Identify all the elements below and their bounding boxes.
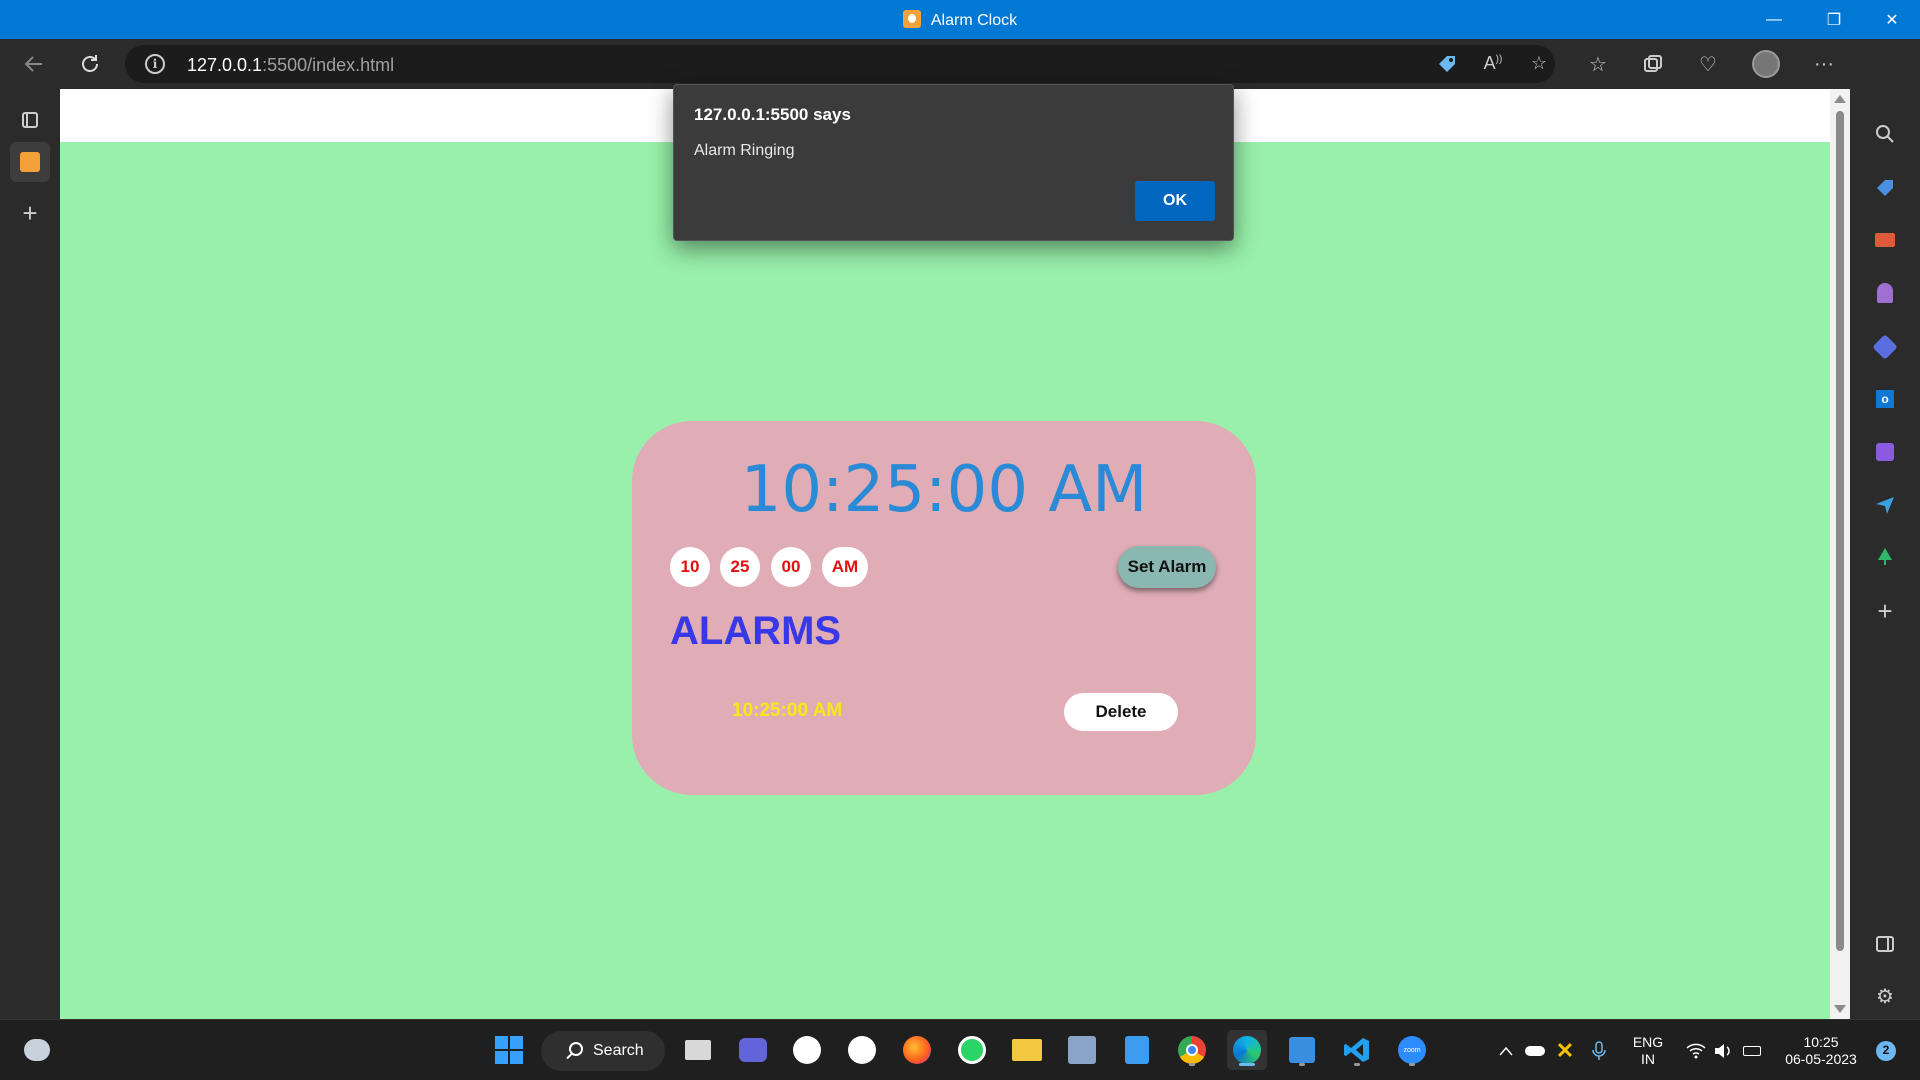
hour-input[interactable]: 10 [670,547,710,587]
shopping-tag-icon[interactable] [1867,170,1903,206]
scrollbar-thumb[interactable] [1836,111,1844,951]
photo-app-icon[interactable] [1062,1030,1102,1070]
set-alarm-button[interactable]: Set Alarm [1118,546,1216,588]
minute-input[interactable]: 25 [720,547,760,587]
notification-center-button[interactable]: 2 [1872,1020,1900,1080]
microsoft-365-icon[interactable] [1867,329,1903,365]
outlook-icon[interactable]: o [1867,381,1903,417]
site-info-icon[interactable]: i [145,54,165,74]
tree-icon[interactable] [1867,539,1903,575]
search-icon[interactable] [1867,116,1903,152]
add-favorite-icon[interactable]: ☆ [1527,53,1551,75]
chrome-icon[interactable] [1172,1030,1212,1070]
taskbar-search-box[interactable]: Search [541,1031,665,1071]
alarm-clock-favicon-icon [902,10,921,28]
collections-icon[interactable] [1635,47,1671,81]
taskbar-date: 06-05-2023 [1785,1050,1857,1067]
search-magnifier-icon [569,1042,583,1056]
security-warning-icon[interactable]: ✕ [1551,1020,1579,1080]
volume-icon[interactable] [1710,1020,1736,1080]
new-tab-plus-icon[interactable]: + [10,193,50,233]
vscode-icon[interactable] [1337,1030,1377,1070]
window-titlebar: Alarm Clock — ❐ ✕ [0,0,1920,39]
tab-actions-icon[interactable] [10,100,50,140]
windows-taskbar: Search zoom ✕ ENG IN 10:25 06-05-2023 2 [0,1019,1920,1080]
vertical-tabs-panel: + [0,89,60,1019]
current-time-display: 10:25:00 AM [740,453,1148,527]
tools-briefcase-icon[interactable] [1867,222,1903,258]
show-hidden-icons-chevron-up-icon[interactable] [1492,1020,1520,1080]
edge-browser-icon[interactable] [1227,1030,1267,1070]
running-indicator [1189,1063,1195,1066]
more-options-icon[interactable]: ··· [1806,47,1842,81]
ampm-select[interactable]: AM [822,547,868,587]
onedrive-cloud-icon[interactable] [1522,1020,1548,1080]
page-scrollbar[interactable] [1830,89,1850,1019]
address-bar[interactable]: i 127.0.0.1:5500/index.html A)) ☆ [125,45,1555,83]
teams-chat-icon[interactable] [733,1030,773,1070]
back-arrow-icon[interactable] [16,47,52,81]
task-view-icon[interactable] [678,1030,718,1070]
clock-date-display[interactable]: 10:25 06-05-2023 [1776,1020,1866,1080]
restore-button[interactable]: ❐ [1806,0,1862,39]
favorites-icon[interactable]: ☆ [1580,47,1616,81]
dialog-ok-button[interactable]: OK [1135,181,1215,221]
browser-essentials-icon[interactable]: ♡ [1690,47,1726,81]
language-indicator[interactable]: ENG IN [1628,1020,1668,1080]
url-text[interactable]: 127.0.0.1:5500/index.html [187,55,394,76]
weather-widget-icon[interactable] [17,1030,57,1070]
language-code: ENG [1632,1033,1664,1050]
alarm-clock-tab-icon [20,152,40,172]
running-indicator [1299,1063,1305,1066]
running-indicator [1409,1063,1415,1066]
add-sidebar-app-icon[interactable]: + [1867,593,1903,629]
hide-sidebar-icon[interactable] [1867,926,1903,962]
zoom-icon[interactable]: zoom [1392,1030,1432,1070]
url-path: :5500/index.html [262,55,395,75]
profile-avatar[interactable] [1748,47,1784,81]
tab-alarm-clock[interactable] [10,142,50,182]
send-plane-icon[interactable] [1867,487,1903,523]
taskbar-search-label: Search [593,1042,644,1059]
edge-sidebar: o + ⚙ [1850,39,1920,1019]
delete-alarm-button[interactable]: Delete [1064,693,1178,731]
games-icon[interactable] [1867,275,1903,311]
refresh-icon[interactable] [72,47,108,81]
firefox-icon[interactable] [897,1030,937,1070]
wifi-icon[interactable] [1683,1020,1709,1080]
dialog-title: 127.0.0.1:5500 says [694,105,851,124]
drop-compose-icon[interactable] [1867,434,1903,470]
alarms-heading: ALARMS [670,609,842,653]
read-aloud-icon[interactable]: A)) [1481,53,1505,75]
active-app-indicator [1239,1063,1255,1066]
paint-app-icon[interactable] [1282,1030,1322,1070]
start-windows-icon[interactable] [489,1030,529,1070]
alarm-card: 10:25:00 AM 10 25 00 AM Set Alarm ALARMS… [632,421,1256,795]
github-icon[interactable] [787,1030,827,1070]
settings-gear-icon[interactable]: ⚙ [1867,978,1903,1014]
notification-count-badge: 2 [1876,1040,1896,1061]
url-host: 127.0.0.1 [187,55,263,75]
dialog-message: Alarm Ringing [694,142,795,159]
whatsapp-icon[interactable] [952,1030,992,1070]
price-tag-icon[interactable] [1435,53,1459,75]
github-desktop-icon[interactable] [842,1030,882,1070]
region-code: IN [1641,1050,1655,1067]
window-title: Alarm Clock [0,10,1920,30]
browser-toolbar: i 127.0.0.1:5500/index.html A)) ☆ ☆ ♡ ··… [0,39,1920,89]
alarm-time-text: 10:25:00 AM [732,700,843,721]
microphone-icon[interactable] [1586,1020,1612,1080]
alert-dialog: 127.0.0.1:5500 says Alarm Ringing OK [673,84,1234,241]
notepad-icon[interactable] [1117,1030,1157,1070]
battery-icon[interactable] [1739,1020,1765,1080]
minimize-button[interactable]: — [1746,0,1802,39]
close-window-button[interactable]: ✕ [1864,0,1920,39]
scroll-down-arrow-icon[interactable] [1834,1005,1846,1013]
running-indicator [1354,1063,1360,1066]
second-input[interactable]: 00 [771,547,811,587]
window-title-text: Alarm Clock [930,12,1018,29]
taskbar-time: 10:25 [1803,1033,1839,1050]
scroll-up-arrow-icon[interactable] [1834,95,1846,103]
file-explorer-icon[interactable] [1007,1030,1047,1070]
